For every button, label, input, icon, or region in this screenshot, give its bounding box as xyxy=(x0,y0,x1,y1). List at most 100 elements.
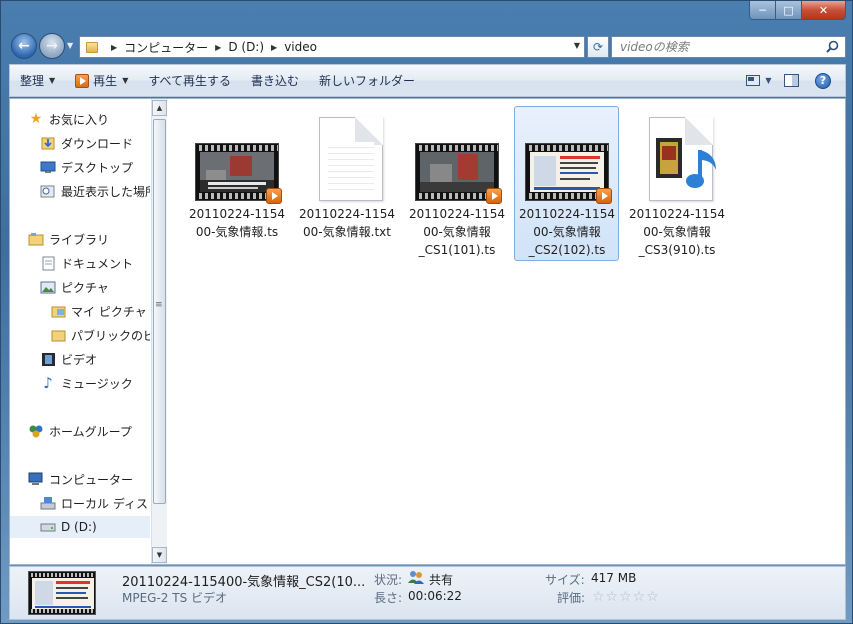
nav-my-pictures[interactable]: マイ ピクチャ xyxy=(10,300,150,322)
new-folder-label: 新しいフォルダー xyxy=(319,74,416,88)
nav-label: ローカル ディス xyxy=(61,496,148,511)
text-file-icon xyxy=(319,117,383,201)
audio-thumbnail xyxy=(635,113,721,205)
nav-pictures[interactable]: ピクチャ xyxy=(10,276,150,298)
back-arrow-icon: ← xyxy=(18,38,30,54)
rating-label: 評価: xyxy=(557,591,586,605)
play-button[interactable]: 再生 ▼ xyxy=(65,65,138,96)
rating-stars[interactable]: ☆☆☆☆☆ xyxy=(592,589,660,605)
back-button[interactable]: ← xyxy=(11,33,37,59)
text-thumbnail xyxy=(305,113,391,205)
nav-label: ホームグループ xyxy=(49,424,132,439)
refresh-button[interactable]: ⟳ xyxy=(587,36,609,58)
burn-button[interactable]: 書き込む xyxy=(241,65,309,96)
change-view-button[interactable]: ▼ xyxy=(745,70,773,92)
play-icon xyxy=(75,73,90,88)
video-thumbnail xyxy=(525,113,612,205)
address-bar[interactable]: ▶ コンピューター ▶ D (D:) ▶ video ▼ xyxy=(79,36,585,58)
nav-local-disk[interactable]: ローカル ディス xyxy=(10,492,150,514)
view-icon xyxy=(746,75,761,86)
close-button[interactable]: ✕ xyxy=(802,1,846,20)
star-icon: ★ xyxy=(29,111,43,127)
minimize-button[interactable]: ─ xyxy=(749,1,776,20)
maximize-icon: □ xyxy=(783,3,794,17)
details-file-name: 20110224-115400-気象情報_CS2(10... xyxy=(122,575,366,590)
chevron-down-icon: ▼ xyxy=(765,76,772,85)
play-all-button[interactable]: すべて再生する xyxy=(138,65,241,96)
file-item[interactable]: 20110224-1154 00-気象情報 _CS1(101).ts xyxy=(404,106,509,261)
nav-documents[interactable]: ドキュメント xyxy=(10,252,150,274)
play-badge-icon xyxy=(596,188,612,204)
forward-button[interactable]: → xyxy=(39,33,65,59)
caption-buttons: ─ □ ✕ xyxy=(749,1,846,20)
help-icon: ? xyxy=(815,72,831,89)
scroll-up-icon[interactable]: ▲ xyxy=(152,100,167,116)
nav-label: お気に入り xyxy=(49,112,110,127)
organize-button[interactable]: 整理 ▼ xyxy=(10,65,65,96)
nav-downloads[interactable]: ダウンロード xyxy=(10,132,150,154)
preview-pane-button[interactable] xyxy=(777,70,805,92)
nav-homegroup[interactable]: ホームグループ xyxy=(10,420,150,442)
play-label: 再生 xyxy=(93,74,118,88)
new-folder-button[interactable]: 新しいフォルダー xyxy=(309,65,425,96)
folder-icon xyxy=(50,327,66,343)
file-name: 20110224-1154 00-気象情報.ts xyxy=(189,207,285,239)
file-item-selected[interactable]: 20110224-1154 00-気象情報 _CS2(102).ts xyxy=(514,106,619,261)
nav-public-pictures[interactable]: パブリックのピ xyxy=(10,324,150,346)
selected-file-thumbnail xyxy=(28,571,96,615)
breadcrumb-arrow-icon[interactable]: ▶ xyxy=(111,43,117,52)
search-input[interactable] xyxy=(620,40,820,54)
status-value: 共有 xyxy=(429,573,454,587)
local-disk-icon xyxy=(40,495,56,511)
nav-label: マイ ピクチャ xyxy=(71,304,147,319)
minimize-icon: ─ xyxy=(759,3,766,17)
address-dropdown-icon[interactable]: ▼ xyxy=(574,41,580,50)
downloads-folder-icon xyxy=(40,135,56,151)
help-button[interactable]: ? xyxy=(809,70,837,92)
nav-pane-scrollbar[interactable]: ▲ ≡ ▼ xyxy=(151,99,167,564)
play-badge-icon xyxy=(486,188,502,204)
search-box[interactable] xyxy=(611,36,846,58)
recent-pages-dropdown[interactable]: ▼ xyxy=(67,41,73,50)
scroll-down-icon[interactable]: ▼ xyxy=(152,547,167,563)
nav-desktop[interactable]: デスクトップ xyxy=(10,156,150,178)
content-area: ★ お気に入り ダウンロード デスクトップ 最近表示した場所 ライブラリ ドキュ… xyxy=(9,98,846,565)
nav-label: D (D:) xyxy=(61,520,97,534)
burn-label: 書き込む xyxy=(251,74,300,88)
nav-favorites[interactable]: ★ お気に入り xyxy=(10,108,150,130)
maximize-button[interactable]: □ xyxy=(776,1,802,20)
play-badge-icon xyxy=(266,188,282,204)
file-item[interactable]: 20110224-1154 00-気象情報.txt xyxy=(294,106,399,261)
document-icon xyxy=(40,255,56,271)
scroll-thumb[interactable] xyxy=(153,119,166,504)
nav-videos[interactable]: ビデオ xyxy=(10,348,150,370)
pictures-icon xyxy=(40,279,56,295)
nav-recent[interactable]: 最近表示した場所 xyxy=(10,180,150,202)
search-icon[interactable] xyxy=(826,40,839,53)
desktop-icon xyxy=(40,159,56,175)
breadcrumb-arrow-icon[interactable]: ▶ xyxy=(271,43,277,52)
breadcrumb-arrow-icon[interactable]: ▶ xyxy=(215,43,221,52)
nav-music[interactable]: ♪ ミュージック xyxy=(10,372,150,394)
video-file-icon xyxy=(525,143,612,204)
file-item[interactable]: 20110224-1154 00-気象情報 _CS3(910).ts xyxy=(624,106,729,261)
breadcrumb-computer[interactable]: コンピューター xyxy=(124,39,208,56)
file-item[interactable]: 20110224-1154 00-気象情報.ts xyxy=(184,106,289,261)
nav-label: パブリックのピ xyxy=(71,328,150,343)
nav-drive-d[interactable]: D (D:) xyxy=(10,516,150,538)
file-name: 20110224-1154 00-気象情報 _CS3(910).ts xyxy=(629,207,725,257)
video-thumbnail xyxy=(195,113,282,205)
details-pane: 20110224-115400-気象情報_CS2(10... MPEG-2 TS… xyxy=(9,566,846,620)
nav-label: ピクチャ xyxy=(61,280,109,295)
breadcrumb: ▶ コンピューター ▶ D (D:) ▶ video xyxy=(104,39,317,56)
nav-label: ビデオ xyxy=(61,352,98,367)
length-label: 長さ: xyxy=(374,591,403,605)
breadcrumb-video[interactable]: video xyxy=(284,40,317,54)
nav-label: ドキュメント xyxy=(61,256,134,271)
nav-label: デスクトップ xyxy=(61,160,134,175)
nav-computer[interactable]: コンピューター xyxy=(10,468,150,490)
breadcrumb-drive-d[interactable]: D (D:) xyxy=(228,40,264,54)
file-name: 20110224-1154 00-気象情報 _CS1(101).ts xyxy=(409,207,505,257)
video-file-icon xyxy=(415,143,502,204)
nav-libraries[interactable]: ライブラリ xyxy=(10,228,150,250)
